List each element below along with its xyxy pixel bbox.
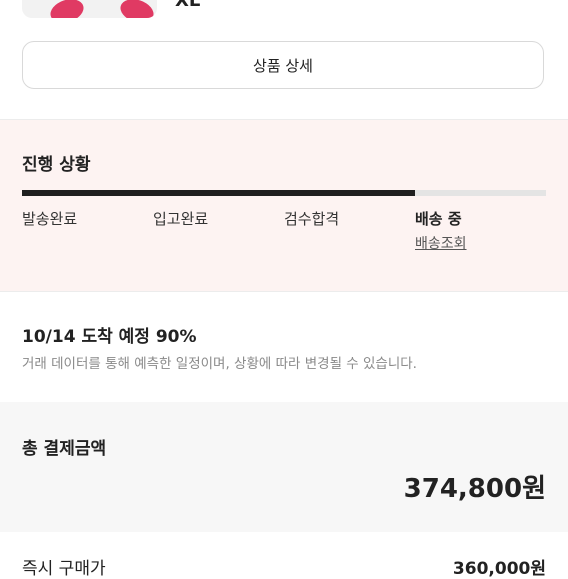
price-row-label: 즉시 구매가 <box>22 559 106 579</box>
step-shipped: 발송완료 <box>22 210 78 228</box>
product-thumbnail[interactable] <box>22 0 157 18</box>
product-detail-button[interactable]: 상품 상세 <box>22 41 544 89</box>
progress-section: 진행 상황 발송완료 입고완료 검수합격 배송 중 배송조회 <box>0 120 568 291</box>
eta-title: 10/14 도착 예정 90% <box>22 327 197 347</box>
step-inspection-passed: 검수합격 <box>284 210 340 228</box>
price-row-amount: 360,000원 <box>452 559 546 579</box>
product-size: XL <box>175 0 201 11</box>
product-summary: XL <box>0 0 568 30</box>
price-row: 즉시 구매가 360,000원 <box>0 532 568 579</box>
total-payment-title: 총 결제금액 <box>22 439 107 459</box>
total-payment-amount: 374,800원 <box>403 474 546 504</box>
payment-section: 총 결제금액 374,800원 <box>0 402 568 532</box>
delivery-tracking-link[interactable]: 배송조회 <box>415 233 467 253</box>
progress-title: 진행 상황 <box>22 155 91 175</box>
product-image-right <box>117 0 157 18</box>
eta-description: 거래 데이터를 통해 예측한 일정이며, 상황에 따라 변경될 수 있습니다. <box>22 356 417 372</box>
step-in-delivery: 배송 중 <box>415 210 462 228</box>
progress-fill <box>22 190 415 196</box>
eta-section: 10/14 도착 예정 90% 거래 데이터를 통해 예측한 일정이며, 상황에… <box>0 292 568 402</box>
step-received: 입고완료 <box>153 210 209 228</box>
progress-track <box>22 190 546 196</box>
product-image-left <box>47 0 87 18</box>
